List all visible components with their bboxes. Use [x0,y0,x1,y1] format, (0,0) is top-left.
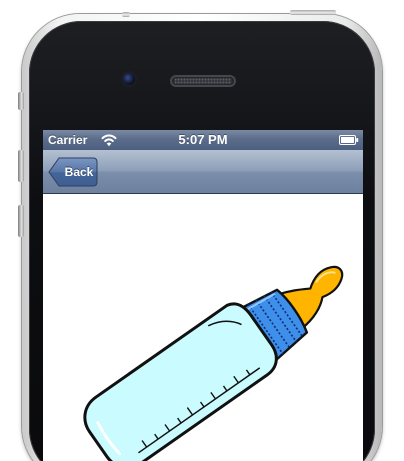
device-stage: Carrier 5:07 PM Back [0,0,404,461]
back-button-label: Back [64,165,94,179]
navigation-bar: Back [43,150,363,194]
status-time: 5:07 PM [178,132,228,147]
back-button[interactable]: Back [48,157,98,187]
mute-switch [18,92,24,110]
volume-up-button [18,150,24,182]
content-area [43,194,363,461]
phone-screen: Carrier 5:07 PM Back [43,130,363,461]
top-edge-notch [122,12,130,17]
status-bar: Carrier 5:07 PM [43,130,363,150]
earpiece-speaker [170,75,236,87]
sleep-button [290,10,336,15]
battery-icon [339,135,359,145]
front-camera-icon [123,73,135,85]
volume-down-button [18,205,24,237]
baby-bottle-icon [83,265,344,461]
